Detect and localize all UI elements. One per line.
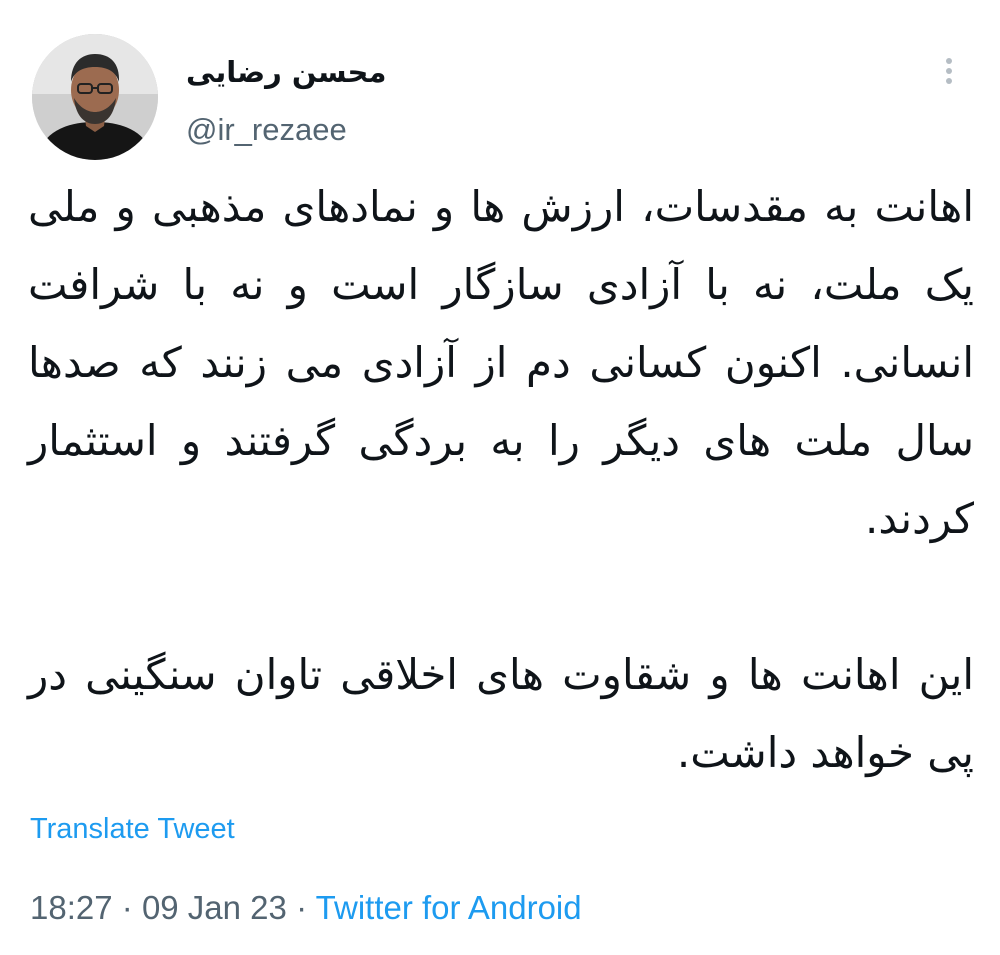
user-handle[interactable]: @ir_rezaee — [186, 110, 347, 150]
meta-separator: · — [121, 889, 133, 926]
tweet-paragraph: این اهانت ها و شقاوت های اخلاقی تاوان سن… — [28, 650, 974, 777]
tweet-date[interactable]: 09 Jan 23 — [142, 889, 287, 926]
tweet-time[interactable]: 18:27 — [30, 889, 113, 926]
profile-photo-icon — [32, 34, 158, 160]
more-dot — [946, 58, 952, 64]
display-name-text: محسن رضایی — [186, 55, 387, 89]
more-dot — [946, 68, 952, 74]
meta-separator: · — [296, 889, 308, 926]
more-dot — [946, 78, 952, 84]
tweet-card: محسن رضایی @ir_rezaee اهانت به مقدسات، ا… — [0, 0, 1000, 955]
translate-tweet-link[interactable]: Translate Tweet — [30, 810, 235, 848]
tweet-paragraph: اهانت به مقدسات، ارزش ها و نمادهای مذهبی… — [28, 182, 974, 543]
avatar[interactable] — [32, 34, 158, 160]
more-vertical-icon[interactable] — [938, 54, 960, 94]
tweet-source-link[interactable]: Twitter for Android — [316, 889, 582, 926]
display-name[interactable]: محسن رضایی — [186, 54, 396, 90]
tweet-text: اهانت به مقدسات، ارزش ها و نمادهای مذهبی… — [28, 168, 974, 792]
tweet-meta: 18:27 · 09 Jan 23 · Twitter for Android — [30, 886, 582, 930]
